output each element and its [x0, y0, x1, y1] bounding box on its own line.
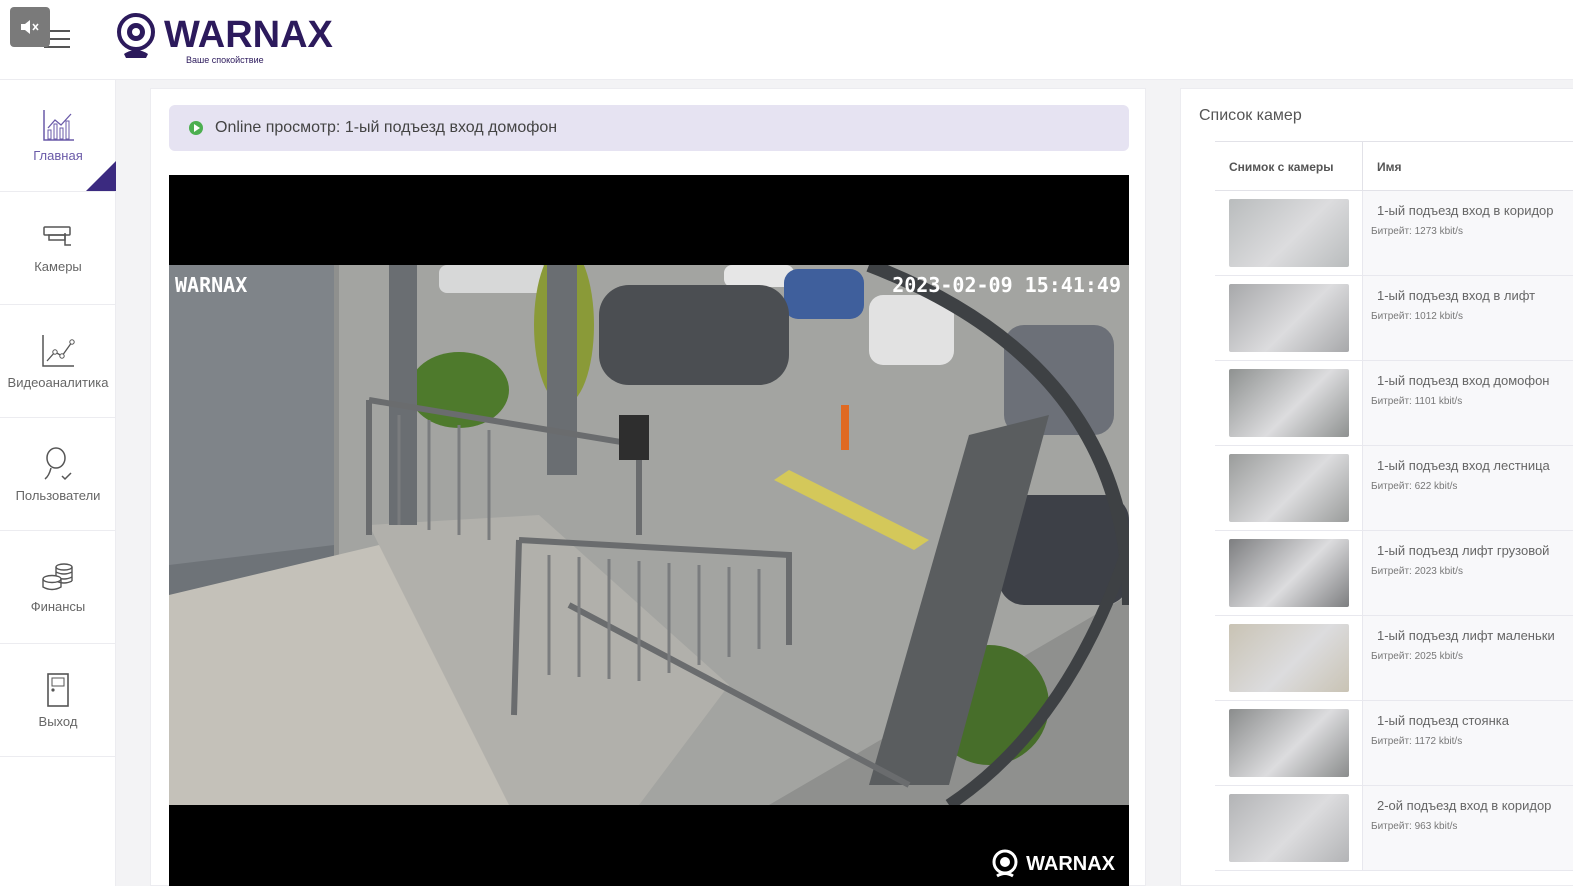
- camera-row[interactable]: 1-ый подъезд вход домофон Битрейт: 1101 k…: [1215, 361, 1573, 446]
- camera-row[interactable]: 1-ый подъезд лифт грузовой Битрейт: 2023 …: [1215, 531, 1573, 616]
- osd-timestamp: 2023-02-09 15:41:49: [892, 273, 1121, 297]
- sidebar-item-label: Главная: [33, 148, 83, 163]
- camera-bitrate: Битрейт: 1101 kbit/s: [1371, 396, 1463, 407]
- camera-snapshot-thumbnail[interactable]: [1229, 199, 1349, 267]
- snapshot-cell: [1215, 446, 1363, 530]
- camera-snapshot-thumbnail[interactable]: [1229, 454, 1349, 522]
- snapshot-cell: [1215, 191, 1363, 275]
- camera-bitrate: Битрейт: 1273 kbit/s: [1371, 226, 1463, 237]
- sidebar-item-cameras[interactable]: Камеры: [0, 193, 116, 305]
- camera-name: 1-ый подъезд стоянка: [1377, 713, 1509, 728]
- snapshot-cell: [1215, 531, 1363, 615]
- sidebar-item-video-analytics[interactable]: Видеоаналитика: [0, 306, 116, 418]
- camera-info-cell: 2-ой подъезд вход в коридор Битрейт: 963 …: [1363, 786, 1573, 870]
- chart-icon: [43, 110, 74, 141]
- top-bar: WARNAX Ваше спокойствие: [0, 0, 1573, 80]
- camera-name: 1-ый подъезд вход в лифт: [1377, 288, 1536, 303]
- camera-name: 1-ый подъезд лифт грузовой: [1377, 543, 1550, 558]
- camera-row[interactable]: 1-ый подъезд вход в лифт Битрейт: 1012 kb…: [1215, 276, 1573, 361]
- camera-snapshot-thumbnail[interactable]: [1229, 794, 1349, 862]
- mute-icon[interactable]: [10, 7, 50, 47]
- column-header-snapshot: Снимок с камеры: [1215, 142, 1363, 190]
- camera-bitrate: Битрейт: 2025 kbit/s: [1371, 651, 1463, 662]
- camera-info-cell: 1-ый подъезд вход домофон Битрейт: 1101 k…: [1363, 361, 1573, 445]
- sidebar-item-finance[interactable]: Финансы: [0, 532, 116, 644]
- user-icon: [44, 447, 72, 481]
- sidebar-item-label: Видеоаналитика: [7, 375, 109, 390]
- snapshot-cell: [1215, 276, 1363, 360]
- camera-row[interactable]: 1-ый подъезд вход лестница Битрейт: 622 k…: [1215, 446, 1573, 531]
- camera-video-frame: [169, 265, 1129, 805]
- table-header: Снимок с камеры Имя: [1215, 141, 1573, 191]
- active-corner-marker: [86, 161, 116, 191]
- camera-snapshot-thumbnail[interactable]: [1229, 709, 1349, 777]
- logo[interactable]: WARNAX Ваше спокойствие: [116, 12, 333, 68]
- camera-snapshot-thumbnail[interactable]: [1229, 624, 1349, 692]
- camera-scene-image: [169, 265, 1129, 805]
- camera-row[interactable]: 1-ый подъезд лифт маленьки Битрейт: 2025 …: [1215, 616, 1573, 701]
- snapshot-cell: [1215, 701, 1363, 785]
- camera-name: 1-ый подъезд вход в коридор: [1377, 203, 1554, 218]
- sidebar-item-label: Выход: [38, 714, 78, 729]
- camera-name: 1-ый подъезд вход лестница: [1377, 458, 1550, 473]
- play-status-icon: [189, 121, 203, 135]
- camera-list-panel: Список камер Снимок с камеры Имя 1-ый по…: [1180, 88, 1573, 886]
- watermark-text: WARNAX: [1026, 852, 1115, 875]
- camera-row[interactable]: 1-ый подъезд вход в коридор Битрейт: 1273…: [1215, 191, 1573, 276]
- player-watermark: WARNAX: [992, 849, 1115, 879]
- camera-row[interactable]: 2-ой подъезд вход в коридор Битрейт: 963 …: [1215, 786, 1573, 871]
- osd-camera-label: WARNAX: [175, 273, 248, 297]
- snapshot-cell: [1215, 786, 1363, 870]
- camera-list-title: Список камер: [1199, 107, 1302, 124]
- online-view-banner: Online просмотр: 1-ый подъезд вход домоф…: [169, 105, 1129, 151]
- camera-info-cell: 1-ый подъезд стоянка Битрейт: 1172 kbit/s: [1363, 701, 1573, 785]
- camera-bitrate: Битрейт: 1172 kbit/s: [1371, 736, 1463, 747]
- sidebar-item-label: Пользователи: [15, 488, 101, 503]
- coins-icon: [42, 563, 73, 591]
- camera-info-cell: 1-ый подъезд вход лестница Битрейт: 622 k…: [1363, 446, 1573, 530]
- camera-bitrate: Битрейт: 2023 kbit/s: [1371, 566, 1463, 577]
- view-title: Online просмотр: 1-ый подъезд вход домоф…: [215, 119, 558, 136]
- sidebar-item-label: Камеры: [34, 259, 82, 274]
- sidebar-item-users[interactable]: Пользователи: [0, 419, 116, 531]
- cctv-camera-icon: [43, 226, 71, 246]
- camera-bitrate: Битрейт: 1012 kbit/s: [1371, 311, 1463, 322]
- logo-tagline: Ваше спокойствие: [186, 55, 264, 65]
- video-player[interactable]: WARNAX 2023-02-09 15:41:49 WARNAX: [169, 175, 1129, 886]
- logo-camera-icon: [117, 13, 155, 58]
- camera-snapshot-thumbnail[interactable]: [1229, 369, 1349, 437]
- camera-info-cell: 1-ый подъезд вход в коридор Битрейт: 1273…: [1363, 191, 1573, 275]
- camera-info-cell: 1-ый подъезд вход в лифт Битрейт: 1012 kb…: [1363, 276, 1573, 360]
- sidebar-item-label: Финансы: [30, 599, 86, 614]
- camera-bitrate: Битрейт: 963 kbit/s: [1371, 821, 1458, 832]
- camera-name: 2-ой подъезд вход в коридор: [1377, 798, 1552, 813]
- main-panel: Online просмотр: 1-ый подъезд вход домоф…: [150, 88, 1146, 886]
- snapshot-cell: [1215, 616, 1363, 700]
- camera-name: 1-ый подъезд вход домофон: [1377, 373, 1550, 388]
- camera-info-cell: 1-ый подъезд лифт грузовой Битрейт: 2023 …: [1363, 531, 1573, 615]
- camera-snapshot-thumbnail[interactable]: [1229, 284, 1349, 352]
- door-icon: [47, 673, 69, 707]
- sidebar-item-logout[interactable]: Выход: [0, 645, 116, 757]
- sidebar-item-home[interactable]: Главная: [0, 80, 116, 192]
- camera-bitrate: Битрейт: 622 kbit/s: [1371, 481, 1458, 492]
- camera-table: Снимок с камеры Имя 1-ый подъезд вход в …: [1215, 141, 1573, 871]
- analytics-graph-icon: [42, 335, 75, 367]
- camera-snapshot-thumbnail[interactable]: [1229, 539, 1349, 607]
- sidebar: Главная Камеры Видеоаналитика Пользовате…: [0, 80, 116, 886]
- snapshot-cell: [1215, 361, 1363, 445]
- logo-wordmark: WARNAX: [164, 14, 333, 56]
- camera-info-cell: 1-ый подъезд лифт маленьки Битрейт: 2025 …: [1363, 616, 1573, 700]
- watermark-camera-icon: [992, 849, 1018, 878]
- column-header-name: Имя: [1377, 160, 1402, 174]
- camera-name: 1-ый подъезд лифт маленьки: [1377, 628, 1555, 643]
- camera-row[interactable]: 1-ый подъезд стоянка Битрейт: 1172 kbit/s: [1215, 701, 1573, 786]
